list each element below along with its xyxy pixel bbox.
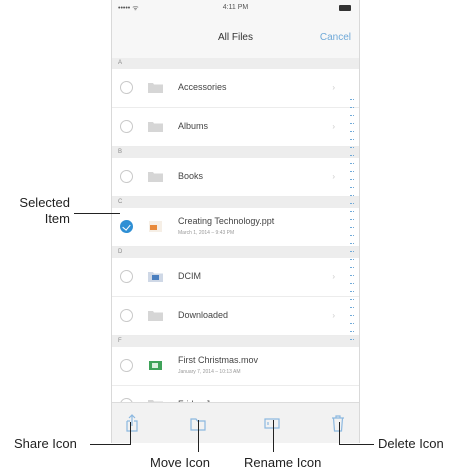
list-item[interactable]: Books › bbox=[112, 158, 359, 197]
section-header-b: B bbox=[112, 147, 359, 158]
select-radio[interactable] bbox=[120, 309, 133, 322]
list-item[interactable]: First Christmas.mov January 7, 2014 – 10… bbox=[112, 347, 359, 386]
select-radio[interactable] bbox=[120, 170, 133, 183]
chevron-right-icon: › bbox=[332, 172, 335, 181]
bottom-toolbar bbox=[112, 402, 359, 443]
section-header-a: A bbox=[112, 58, 359, 69]
list-item-selected[interactable]: Creating Technology.ppt March 1, 2014 – … bbox=[112, 208, 359, 247]
navigation-bar: All Files Cancel bbox=[112, 18, 359, 59]
file-name: Accessories bbox=[178, 82, 227, 92]
list-item[interactable]: Accessories › bbox=[112, 69, 359, 108]
file-name: Books bbox=[178, 171, 204, 181]
rename-icon[interactable] bbox=[264, 414, 280, 432]
folder-icon bbox=[148, 311, 163, 321]
status-time: 4:11 PM bbox=[222, 4, 249, 11]
file-detail: January 7, 2014 – 10:13 AM bbox=[178, 369, 241, 375]
file-name: DCIM bbox=[178, 271, 201, 281]
callout-line-move bbox=[198, 420, 199, 452]
callout-line-share-v bbox=[130, 422, 131, 445]
file-detail: March 1, 2014 – 9:43 PM bbox=[178, 230, 235, 236]
select-radio[interactable] bbox=[120, 81, 133, 94]
section-header-f: F bbox=[112, 336, 359, 347]
callout-share-icon: Share Icon bbox=[14, 436, 77, 451]
list-item[interactable]: DCIM › bbox=[112, 258, 359, 297]
chevron-right-icon: › bbox=[332, 311, 335, 320]
section-header-d: D bbox=[112, 247, 359, 258]
file-name: Albums bbox=[178, 121, 209, 131]
callout-line-delete-h bbox=[339, 444, 374, 445]
callout-line-share-h bbox=[90, 444, 130, 445]
presentation-file-icon bbox=[149, 221, 162, 232]
photo-folder-icon bbox=[148, 272, 163, 282]
share-icon[interactable] bbox=[124, 414, 140, 432]
folder-icon bbox=[148, 172, 163, 182]
chevron-right-icon: › bbox=[332, 122, 335, 131]
selected-checkmark-radio[interactable] bbox=[120, 220, 133, 233]
callout-selected-item: Selected Item bbox=[19, 195, 70, 226]
callout-line-delete-v bbox=[339, 422, 340, 445]
callout-move-icon: Move Icon bbox=[150, 455, 210, 470]
callout-line-selected bbox=[74, 213, 120, 214]
file-name: Downloaded bbox=[178, 310, 229, 320]
delete-icon[interactable] bbox=[330, 414, 346, 432]
select-radio[interactable] bbox=[120, 270, 133, 283]
folder-icon bbox=[148, 122, 163, 132]
section-index-bar[interactable] bbox=[349, 92, 355, 344]
callout-delete-icon: Delete Icon bbox=[378, 436, 444, 451]
chevron-right-icon: › bbox=[332, 272, 335, 281]
status-bar: ••••• ᯤ 4:11 PM bbox=[112, 0, 359, 18]
list-item[interactable]: Albums › bbox=[112, 108, 359, 147]
select-radio[interactable] bbox=[120, 120, 133, 133]
chevron-right-icon: › bbox=[332, 83, 335, 92]
cancel-button[interactable]: Cancel bbox=[320, 32, 351, 43]
phone-screen: ••••• ᯤ 4:11 PM All Files Cancel A Acces… bbox=[111, 0, 360, 443]
video-file-icon bbox=[149, 361, 162, 370]
section-header-c: C bbox=[112, 197, 359, 208]
list-item[interactable]: Downloaded › bbox=[112, 297, 359, 336]
select-radio[interactable] bbox=[120, 359, 133, 372]
callout-line-rename bbox=[273, 420, 274, 452]
callout-rename-icon: Rename Icon bbox=[244, 455, 322, 470]
file-name: Creating Technology.ppt bbox=[178, 216, 275, 226]
file-list: A Accessories › Albums › B Books › C Cre… bbox=[112, 58, 359, 425]
battery-icon bbox=[339, 5, 351, 11]
file-name: First Christmas.mov bbox=[178, 355, 259, 365]
folder-icon bbox=[148, 83, 163, 93]
